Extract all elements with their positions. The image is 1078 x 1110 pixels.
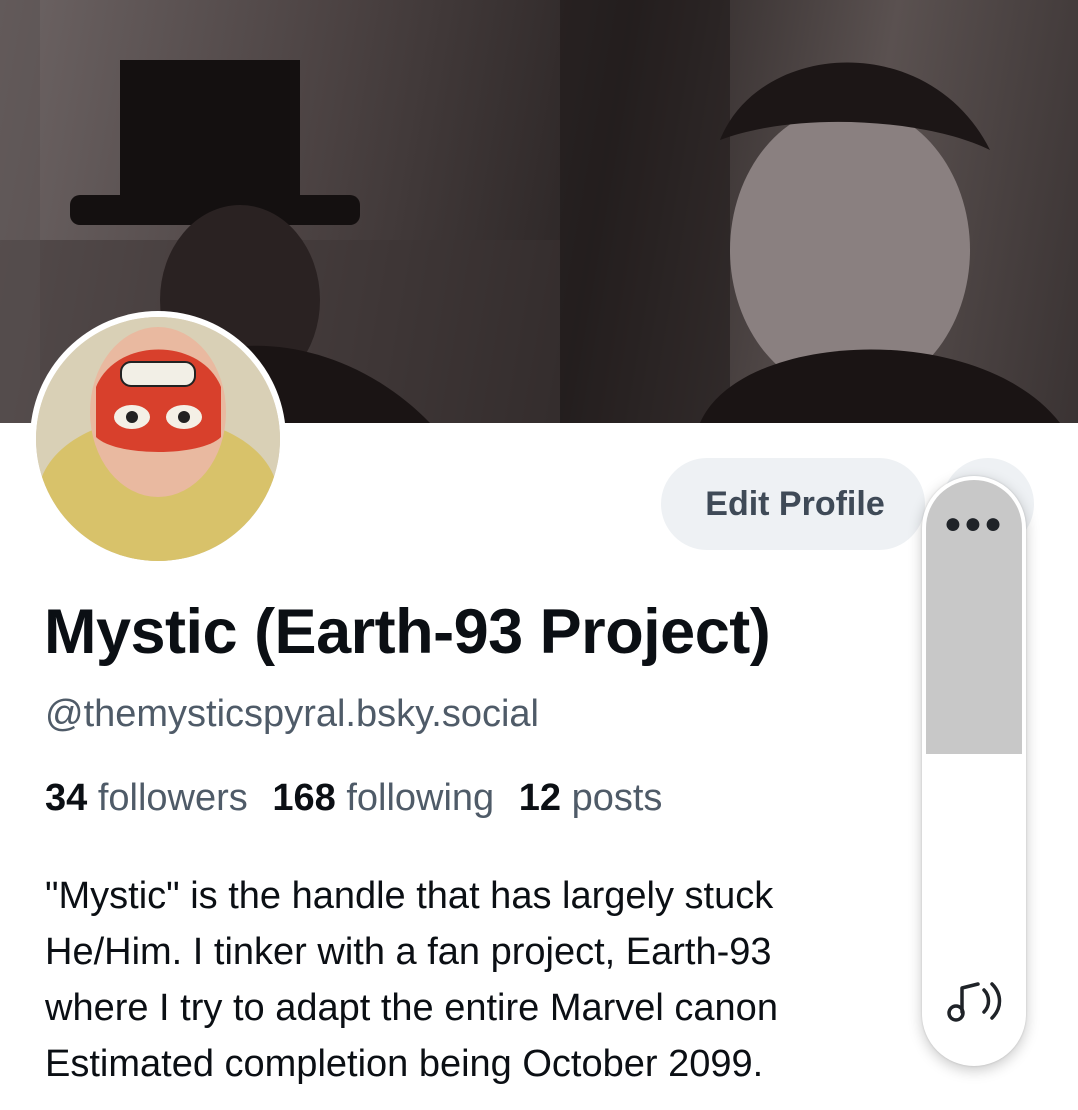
ellipsis-icon[interactable]: ●●●: [922, 504, 1026, 544]
followers-label: followers: [97, 777, 248, 819]
bio-line: "Mystic" is the handle that has largely …: [45, 875, 774, 917]
bio-line: where I try to adapt the entire Marvel c…: [45, 987, 778, 1029]
posts-count: 12: [518, 777, 562, 819]
avatar-image: [36, 317, 280, 561]
profile-bio: "Mystic" is the handle that has largely …: [45, 868, 915, 1092]
edit-profile-label: Edit Profile: [705, 484, 885, 523]
posts-stat: 12 posts: [519, 777, 663, 819]
display-name: Mystic (Earth-93 Project): [44, 597, 771, 667]
sound-wave-icon[interactable]: [940, 964, 1010, 1034]
followers-link[interactable]: 34 followers: [45, 777, 248, 819]
followers-count: 34: [45, 777, 88, 819]
edit-profile-button[interactable]: Edit Profile: [661, 458, 925, 550]
bio-line: Estimated completion being October 2099.: [45, 1043, 764, 1085]
following-link[interactable]: 168 following: [272, 777, 494, 819]
volume-slider-overlay[interactable]: ●●●: [922, 476, 1026, 1066]
bio-line: He/Him. I tinker with a fan project, Ear…: [45, 931, 772, 973]
avatar[interactable]: [30, 311, 286, 567]
profile-stats: 34 followers 168 following 12 posts: [45, 777, 662, 820]
posts-label: posts: [571, 777, 663, 819]
following-label: following: [346, 777, 495, 819]
following-count: 168: [272, 777, 336, 819]
profile-handle: @themysticspyral.bsky.social: [45, 693, 539, 735]
